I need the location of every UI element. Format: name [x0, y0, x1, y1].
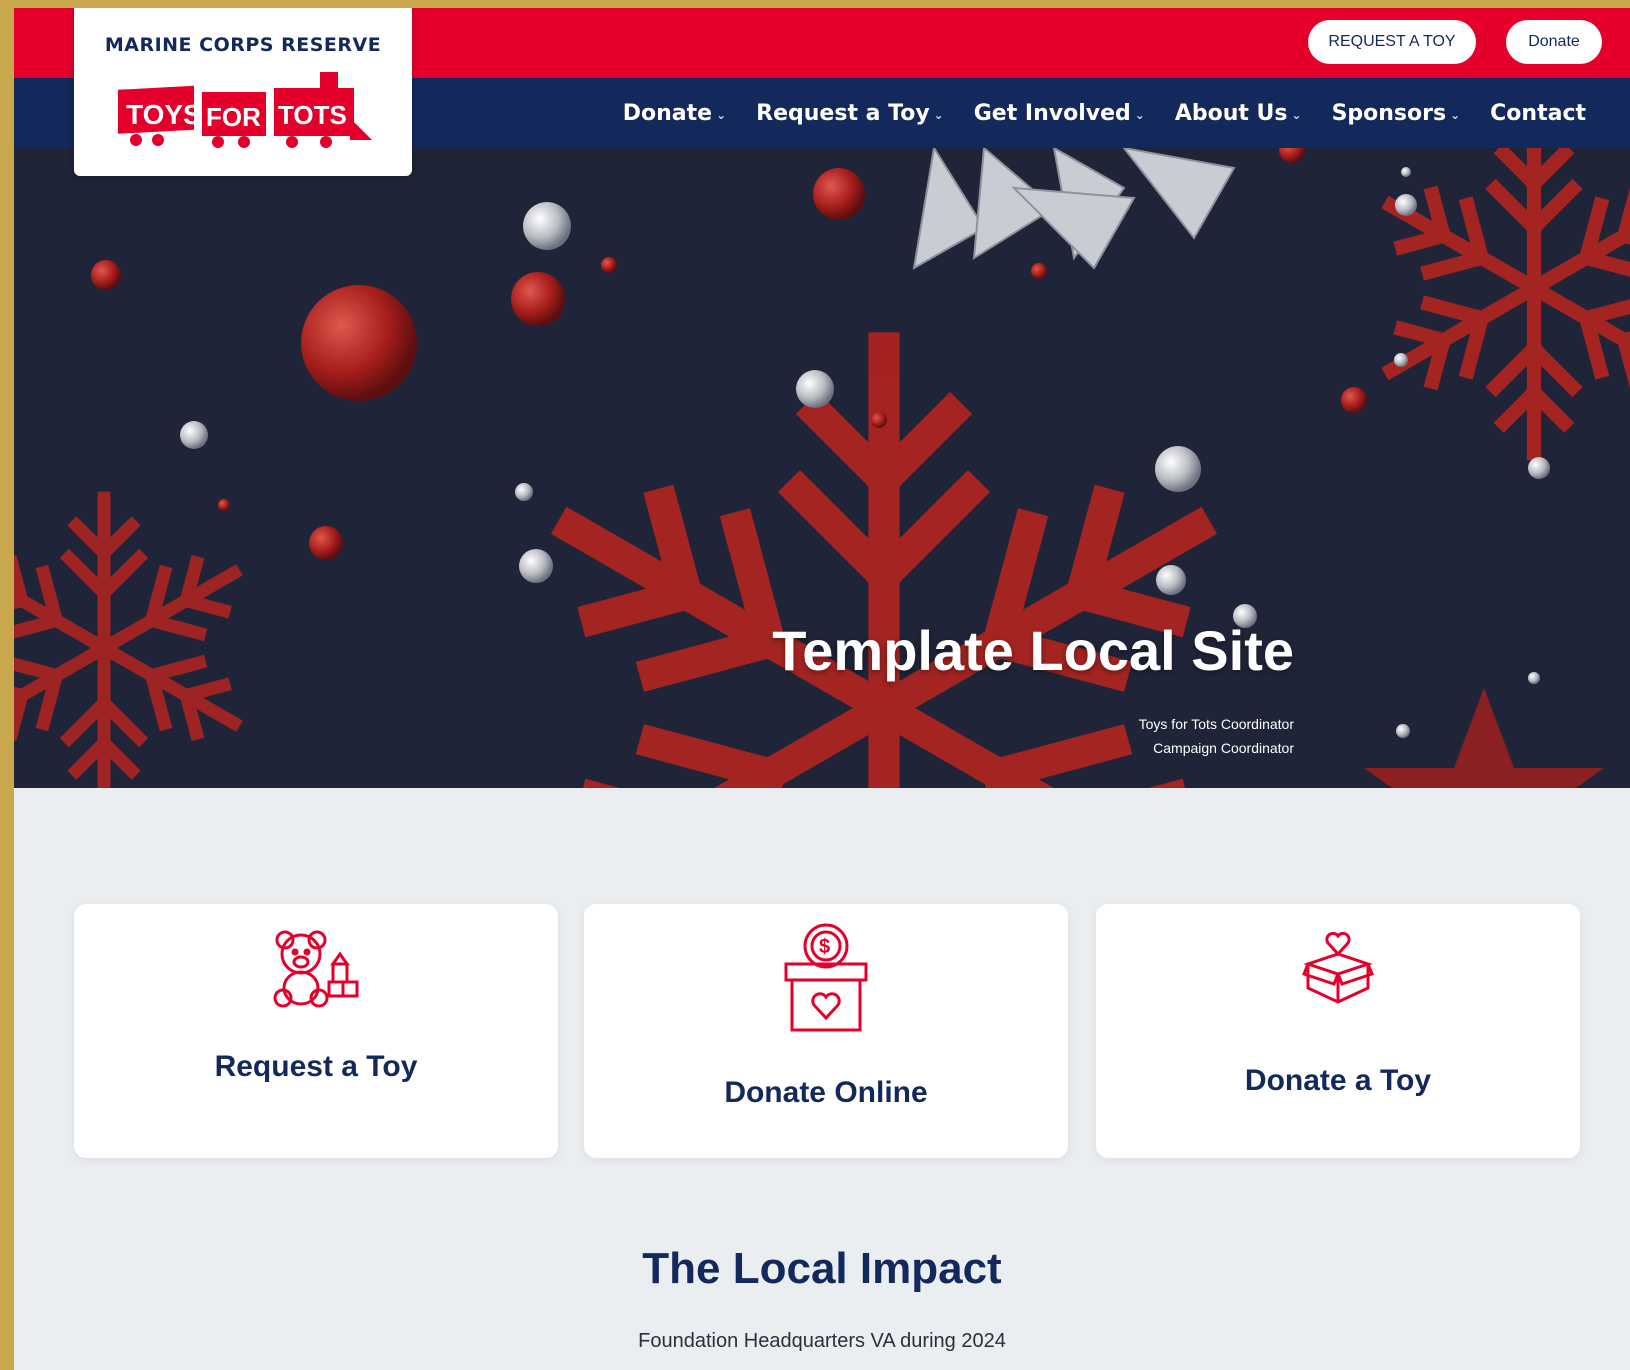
- gift-heart-icon: [1302, 932, 1374, 1004]
- chevron-down-icon: ⌄: [933, 108, 944, 122]
- train-engine: TOTS: [274, 72, 372, 148]
- hero-background: [14, 148, 1630, 788]
- page-frame: REQUEST A TOY Donate Donate ⌄ Request a T…: [14, 8, 1630, 1370]
- nav-item-get-involved[interactable]: Get Involved ⌄: [974, 101, 1145, 126]
- teddy-bear-icon: [273, 930, 359, 1008]
- nav-item-contact[interactable]: Contact: [1490, 101, 1586, 126]
- impact-subtitle: Foundation Headquarters VA during 2024: [638, 1330, 1006, 1352]
- svg-text:$: $: [819, 936, 830, 958]
- nav-item-donate[interactable]: Donate ⌄: [623, 101, 726, 126]
- hero-banner: Template Local Site Toys for Tots Coordi…: [14, 148, 1630, 788]
- site-logo[interactable]: MARINE CORPS RESERVE TOYS FOR TOTS: [74, 8, 412, 176]
- logo-mark-tots: TOTS: [278, 100, 347, 130]
- chevron-down-icon: ⌄: [1291, 108, 1302, 122]
- donation-box-icon: $: [784, 923, 868, 1032]
- train-car-1: TOYS: [118, 85, 202, 146]
- hero-title: Template Local Site: [772, 619, 1294, 682]
- toys-for-tots-train-logo: TOYS FOR TOTS: [118, 72, 372, 148]
- nav-label: Sponsors: [1331, 100, 1447, 126]
- card-title: Donate Online: [724, 1076, 928, 1109]
- nav-label: About Us: [1174, 100, 1288, 126]
- card-request-a-toy[interactable]: Request a Toy: [74, 904, 558, 1158]
- hero-subtitle-coordinator: Toys for Tots Coordinator: [1138, 716, 1294, 732]
- donate-button[interactable]: Donate: [1506, 20, 1602, 64]
- train-car-2: FOR: [202, 92, 266, 148]
- main-nav: Donate ⌄ Request a Toy ⌄ Get Involved ⌄ Abo…: [623, 78, 1586, 148]
- card-donate-online[interactable]: $ Donate Online: [584, 904, 1068, 1158]
- nav-label: Donate: [622, 100, 713, 126]
- hero-subtitle-campaign: Campaign Coordinator: [1153, 740, 1294, 756]
- logo-mark-for: FOR: [206, 102, 261, 132]
- nav-label: Get Involved: [973, 100, 1131, 126]
- nav-item-request-a-toy[interactable]: Request a Toy ⌄: [756, 101, 944, 126]
- card-donate-a-toy[interactable]: Donate a Toy: [1096, 904, 1580, 1158]
- impact-title: The Local Impact: [642, 1244, 1002, 1293]
- request-a-toy-button[interactable]: REQUEST A TOY: [1308, 20, 1476, 64]
- nav-item-sponsors[interactable]: Sponsors ⌄: [1332, 101, 1461, 126]
- nav-item-about-us[interactable]: About Us ⌄: [1175, 101, 1302, 126]
- chevron-down-icon: ⌄: [1134, 108, 1145, 122]
- card-title: Donate a Toy: [1244, 1064, 1432, 1097]
- chevron-down-icon: ⌄: [716, 108, 727, 122]
- nav-label: Request a Toy: [756, 100, 930, 126]
- card-title: Request a Toy: [214, 1050, 418, 1083]
- nav-label: Contact: [1490, 100, 1586, 126]
- logo-top-text: MARINE CORPS RESERVE: [104, 34, 382, 56]
- logo-mark-toys: TOYS: [126, 99, 202, 130]
- chevron-down-icon: ⌄: [1450, 108, 1461, 122]
